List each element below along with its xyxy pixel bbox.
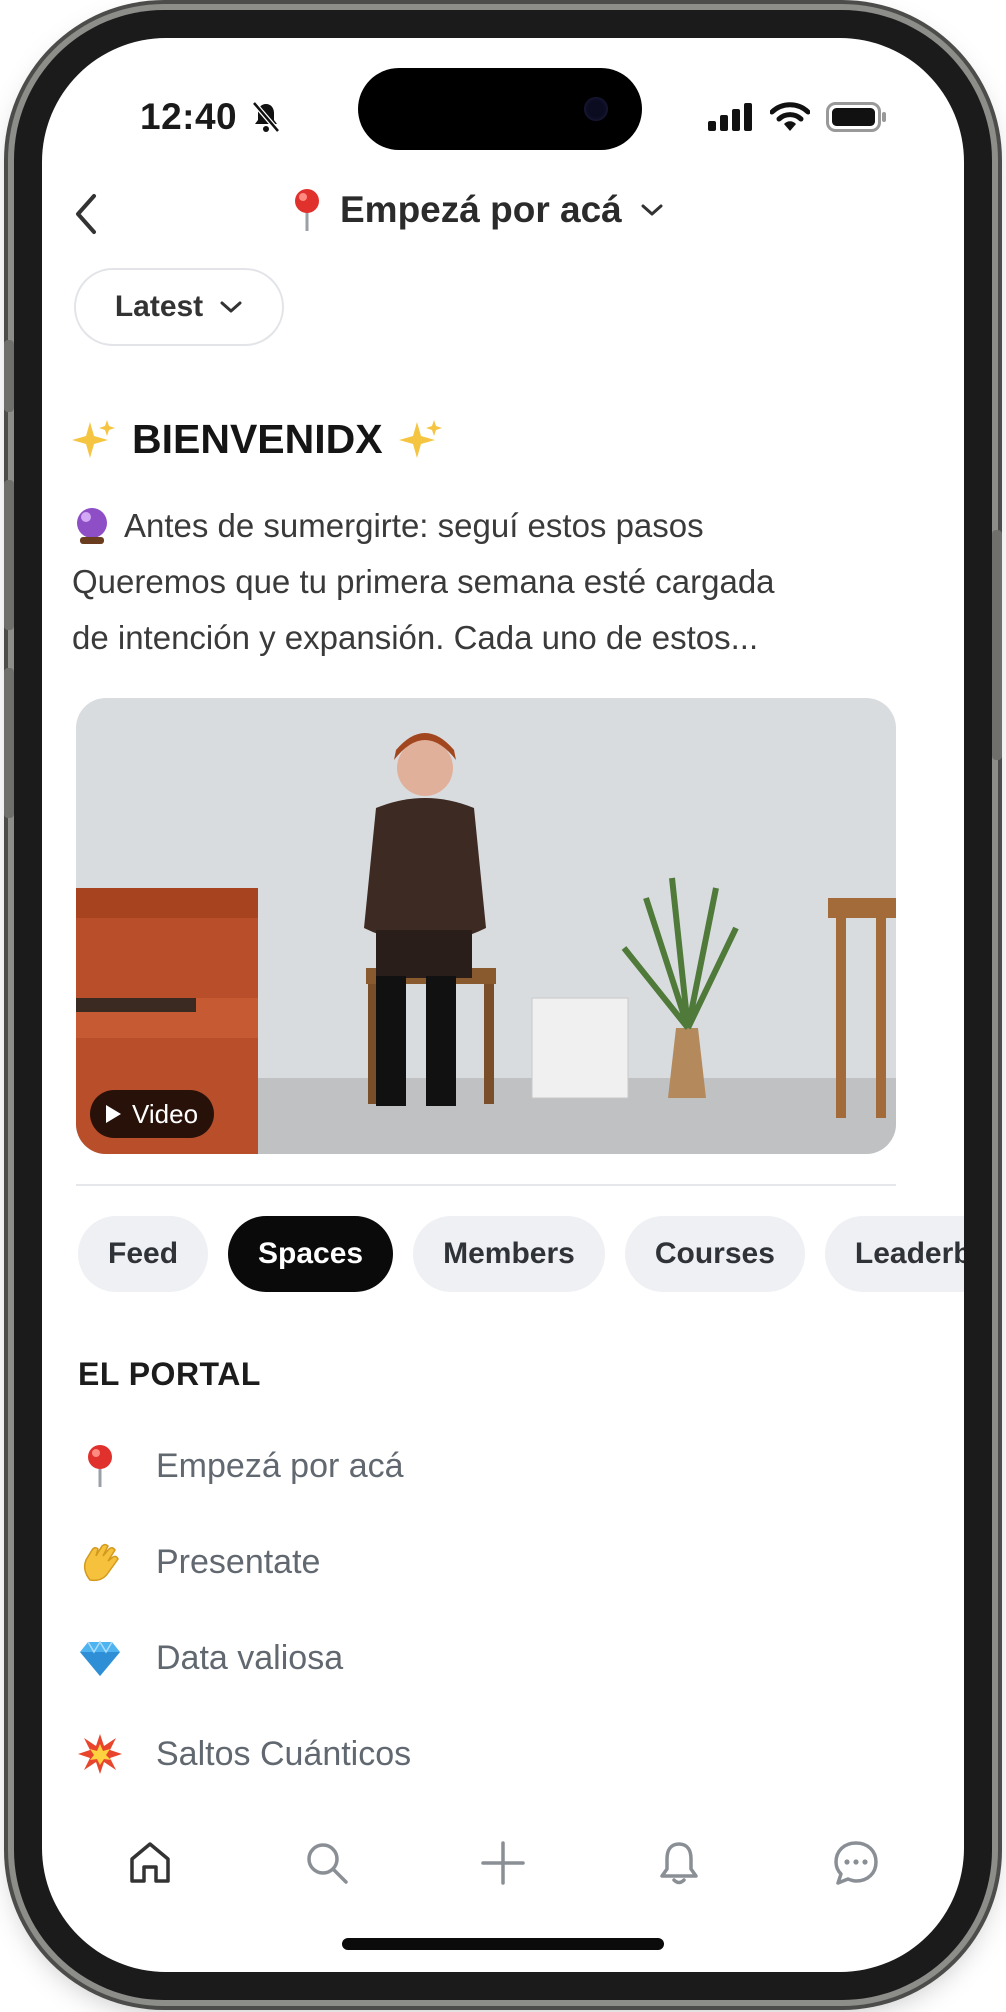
divider bbox=[76, 1184, 896, 1186]
tab-label: Feed bbox=[108, 1237, 179, 1270]
nav-messages-button[interactable] bbox=[816, 1823, 896, 1903]
tab-label: Leaderboard bbox=[854, 1237, 964, 1270]
app-screen: 12:40 Empezá por acá Latest BIENVENIDX A… bbox=[42, 38, 964, 1972]
back-button[interactable] bbox=[64, 186, 108, 242]
nav-search-button[interactable] bbox=[287, 1823, 367, 1903]
waving-hand-icon bbox=[83, 1543, 119, 1582]
plus-icon bbox=[481, 1841, 525, 1885]
side-button bbox=[4, 340, 14, 412]
space-list: Empezá por acá Presentate Data valiosa S… bbox=[78, 1418, 898, 1802]
tab-label: Spaces bbox=[258, 1237, 364, 1270]
post-excerpt-line-3: de intención y expansión. Cada uno de es… bbox=[72, 619, 759, 656]
post-excerpt[interactable]: Antes de sumergirte: seguí estos pasos Q… bbox=[72, 498, 932, 666]
post-excerpt-line-2: Queremos que tu primera semana esté carg… bbox=[72, 563, 775, 600]
power-button bbox=[992, 530, 1002, 760]
section-title: EL PORTAL bbox=[78, 1356, 261, 1392]
volume-down-button bbox=[4, 668, 14, 818]
space-item-saltos-cuanticos[interactable]: Saltos Cuánticos bbox=[78, 1706, 898, 1802]
sort-dropdown[interactable]: Latest bbox=[74, 268, 284, 346]
crystal-ball-icon bbox=[77, 508, 107, 544]
post-title[interactable]: BIENVENIDX bbox=[72, 416, 443, 463]
nav-home-button[interactable] bbox=[110, 1823, 190, 1903]
space-item-label: Saltos Cuánticos bbox=[156, 1734, 412, 1773]
tab-members[interactable]: Members bbox=[413, 1216, 605, 1292]
tab-spaces[interactable]: Spaces bbox=[228, 1216, 394, 1292]
video-badge: Video bbox=[90, 1090, 215, 1138]
space-item-empeza-por-aca[interactable]: Empezá por acá bbox=[78, 1418, 898, 1514]
cellular-signal-icon bbox=[708, 103, 752, 131]
dynamic-island bbox=[358, 68, 642, 150]
volume-up-button bbox=[4, 480, 14, 630]
bell-icon bbox=[660, 1842, 699, 1885]
play-icon bbox=[106, 1105, 121, 1123]
tab-feed[interactable]: Feed bbox=[78, 1216, 209, 1292]
tab-courses[interactable]: Courses bbox=[624, 1216, 805, 1292]
bottom-nav bbox=[42, 1818, 964, 1908]
page-title: Empezá por acá bbox=[340, 189, 622, 230]
space-item-label: Data valiosa bbox=[156, 1638, 344, 1677]
gem-icon bbox=[80, 1640, 120, 1676]
chevron-down-icon bbox=[641, 204, 663, 216]
battery-icon bbox=[826, 102, 886, 132]
video-badge-label: Video bbox=[132, 1098, 199, 1129]
tab-label: Courses bbox=[654, 1237, 775, 1270]
space-item-presentate[interactable]: Presentate bbox=[78, 1514, 898, 1610]
nav-notifications-button[interactable] bbox=[639, 1823, 719, 1903]
status-icons bbox=[708, 102, 888, 132]
video-scene-image bbox=[76, 698, 896, 1154]
tab-label: Members bbox=[443, 1237, 575, 1270]
status-time: 12:40 bbox=[140, 96, 238, 137]
search-icon bbox=[306, 1843, 348, 1884]
post-excerpt-line-1: Antes de sumergirte: seguí estos pasos bbox=[124, 507, 704, 544]
tab-bar: Feed Spaces Members Courses Leaderboard bbox=[78, 1216, 964, 1292]
collision-icon bbox=[78, 1734, 122, 1774]
chevron-left-icon bbox=[76, 194, 96, 234]
sparkles-icon bbox=[398, 419, 442, 458]
home-indicator bbox=[342, 1938, 664, 1950]
sparkles-icon bbox=[72, 419, 115, 458]
space-switcher[interactable]: Empezá por acá bbox=[292, 188, 664, 232]
nav-create-button[interactable] bbox=[463, 1823, 543, 1903]
chat-icon bbox=[834, 1841, 878, 1885]
round-pushpin-icon bbox=[88, 1445, 112, 1487]
video-thumbnail[interactable]: Video bbox=[76, 698, 896, 1154]
tab-leaderboard[interactable]: Leaderboard bbox=[824, 1216, 964, 1292]
post-title-text: BIENVENIDX bbox=[132, 416, 383, 462]
chevron-down-icon bbox=[220, 301, 242, 313]
bell-muted-icon bbox=[252, 101, 280, 133]
round-pushpin-icon bbox=[295, 189, 319, 231]
sort-dropdown-label: Latest bbox=[114, 290, 204, 323]
space-item-label: Empezá por acá bbox=[156, 1446, 404, 1485]
home-icon bbox=[130, 1842, 170, 1883]
wifi-icon bbox=[770, 102, 810, 131]
space-item-data-valiosa[interactable]: Data valiosa bbox=[78, 1610, 898, 1706]
space-item-label: Presentate bbox=[156, 1542, 321, 1581]
